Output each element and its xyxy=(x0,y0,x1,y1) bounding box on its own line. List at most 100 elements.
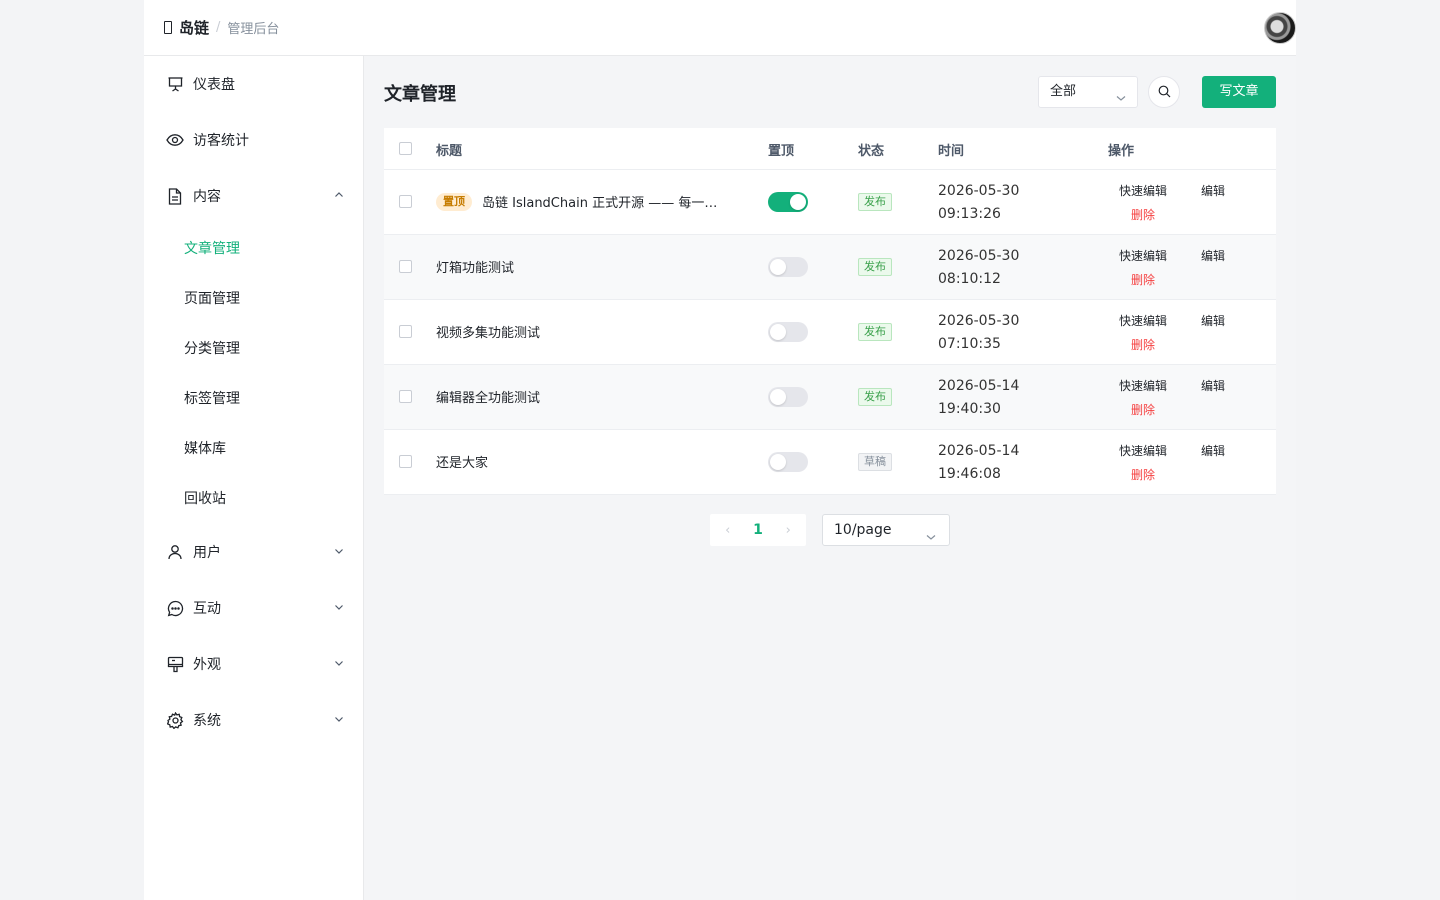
sidebar-item-interaction[interactable]: 互动 xyxy=(166,597,346,619)
quick-edit-link[interactable]: 快速编辑 xyxy=(1119,247,1167,264)
page-number-current[interactable]: 1 xyxy=(753,522,763,538)
sidebar-item-content[interactable]: 内容 xyxy=(166,185,346,207)
edit-link[interactable]: 编辑 xyxy=(1201,377,1225,394)
table-row: 编辑器全功能测试 发布 2026-05-14 19:40:30 快速编辑 编辑 … xyxy=(384,365,1276,430)
quick-edit-link[interactable]: 快速编辑 xyxy=(1119,377,1167,394)
row-checkbox[interactable] xyxy=(399,260,412,273)
sidebar-item-label: 互动 xyxy=(193,601,221,617)
column-header-title: 标题 xyxy=(436,144,463,159)
brand-name: 岛链 xyxy=(179,19,210,37)
table-header: 标题 置顶 状态 时间 操作 xyxy=(384,128,1276,170)
chevron-up-icon xyxy=(332,188,346,202)
sidebar-item-visitor-stats[interactable]: 访客统计 xyxy=(166,129,346,151)
article-title[interactable]: 还是大家 xyxy=(436,452,488,471)
delete-link[interactable]: 删除 xyxy=(1131,206,1155,223)
article-time: 2026-05-14 19:40:30 xyxy=(938,375,1019,421)
article-time: 2026-05-30 08:10:12 xyxy=(938,245,1019,291)
sidebar-subitem-articles[interactable]: 文章管理 xyxy=(184,239,240,259)
chevron-down-icon xyxy=(332,656,346,670)
edit-link[interactable]: 编辑 xyxy=(1201,182,1225,199)
pin-toggle[interactable] xyxy=(768,322,808,342)
gear-icon xyxy=(166,711,184,729)
status-filter-select[interactable]: 全部 xyxy=(1038,76,1138,108)
page-title: 文章管理 xyxy=(384,84,456,105)
write-article-button[interactable]: 写文章 xyxy=(1202,76,1276,108)
article-date: 2026-05-14 xyxy=(938,378,1020,394)
eye-icon xyxy=(166,131,184,149)
user-icon xyxy=(166,543,184,561)
sidebar-item-dashboard[interactable]: 仪表盘 xyxy=(166,73,346,95)
edit-link[interactable]: 编辑 xyxy=(1201,312,1225,329)
delete-link[interactable]: 删除 xyxy=(1131,466,1155,483)
sidebar-item-label: 外观 xyxy=(193,657,221,673)
page-size-select[interactable]: 10/page xyxy=(822,514,950,546)
article-date: 2026-05-30 xyxy=(938,183,1020,199)
brand[interactable]: 岛链 / 管理后台 xyxy=(164,17,279,38)
status-badge: 发布 xyxy=(858,193,892,211)
pin-toggle[interactable] xyxy=(768,387,808,407)
delete-link[interactable]: 删除 xyxy=(1131,336,1155,353)
article-title-text: 还是大家 xyxy=(436,456,489,471)
article-title[interactable]: 置顶 岛链 IslandChain 正式开源 —— 每一… xyxy=(436,192,717,211)
article-title[interactable]: 视频多集功能测试 xyxy=(436,322,540,341)
article-time: 2026-05-30 07:10:35 xyxy=(938,310,1019,356)
sidebar-item-label: 内容 xyxy=(193,189,221,205)
select-all-checkbox[interactable] xyxy=(399,142,412,155)
article-title[interactable]: 编辑器全功能测试 xyxy=(436,387,540,406)
article-title[interactable]: 灯箱功能测试 xyxy=(436,257,514,276)
sidebar-subitem-trash[interactable]: 回收站 xyxy=(184,489,226,509)
delete-link[interactable]: 删除 xyxy=(1131,401,1155,418)
quick-edit-link[interactable]: 快速编辑 xyxy=(1119,442,1167,459)
chevron-down-icon xyxy=(332,712,346,726)
brand-subtitle: 管理后台 xyxy=(227,22,280,37)
article-date: 2026-05-14 xyxy=(938,443,1020,459)
prev-page-button[interactable]: ‹ xyxy=(718,523,738,538)
article-clock: 09:13:26 xyxy=(938,206,1001,222)
avatar[interactable] xyxy=(1264,12,1296,44)
pin-toggle[interactable] xyxy=(768,257,808,277)
status-filter-value: 全部 xyxy=(1050,84,1077,99)
quick-edit-link[interactable]: 快速编辑 xyxy=(1119,182,1167,199)
pagination: ‹ 1 › 10/page xyxy=(710,514,950,546)
sidebar: 仪表盘 访客统计 内容 文章管理 页面管理 分类管理 标签管理 媒体库 回收站 xyxy=(144,56,364,900)
article-title-text: 视频多集功能测试 xyxy=(436,326,541,341)
column-header-pinned: 置顶 xyxy=(768,144,795,159)
table-row: 置顶 岛链 IslandChain 正式开源 —— 每一… 发布 2026-05… xyxy=(384,170,1276,235)
sidebar-item-appearance[interactable]: 外观 xyxy=(166,653,346,675)
chevron-down-icon xyxy=(332,544,346,558)
pin-toggle[interactable] xyxy=(768,452,808,472)
paint-brush-icon xyxy=(166,655,184,673)
row-checkbox[interactable] xyxy=(399,195,412,208)
main-content: 文章管理 全部 写文章 标题 置顶 状态 时间 操作 置顶 岛链 IslandC… xyxy=(364,56,1296,900)
delete-link[interactable]: 删除 xyxy=(1131,271,1155,288)
column-header-actions: 操作 xyxy=(1108,144,1135,159)
sidebar-item-label: 用户 xyxy=(193,545,221,561)
edit-link[interactable]: 编辑 xyxy=(1201,442,1225,459)
sidebar-subitem-media[interactable]: 媒体库 xyxy=(184,439,226,459)
article-clock: 07:10:35 xyxy=(938,336,1001,352)
search-button[interactable] xyxy=(1148,76,1180,108)
article-title-text: 灯箱功能测试 xyxy=(436,261,515,276)
status-badge: 发布 xyxy=(858,388,892,406)
table-row: 灯箱功能测试 发布 2026-05-30 08:10:12 快速编辑 编辑 删除 xyxy=(384,235,1276,300)
sidebar-item-system[interactable]: 系统 xyxy=(166,709,346,731)
sidebar-item-label: 访客统计 xyxy=(193,133,249,149)
document-icon xyxy=(166,187,184,205)
column-header-time: 时间 xyxy=(938,144,965,159)
next-page-button[interactable]: › xyxy=(778,523,798,538)
chevron-down-icon xyxy=(925,524,937,554)
sidebar-subitem-pages[interactable]: 页面管理 xyxy=(184,289,240,309)
chevron-down-icon xyxy=(1115,86,1127,116)
pin-toggle[interactable] xyxy=(768,192,808,212)
table-row: 还是大家 草稿 2026-05-14 19:46:08 快速编辑 编辑 删除 xyxy=(384,430,1276,495)
breadcrumb-separator: / xyxy=(216,20,221,35)
sidebar-subitem-tags[interactable]: 标签管理 xyxy=(184,389,240,409)
sidebar-subitem-categories[interactable]: 分类管理 xyxy=(184,339,240,359)
edit-link[interactable]: 编辑 xyxy=(1201,247,1225,264)
row-checkbox[interactable] xyxy=(399,455,412,468)
quick-edit-link[interactable]: 快速编辑 xyxy=(1119,312,1167,329)
sidebar-item-users[interactable]: 用户 xyxy=(166,541,346,563)
row-checkbox[interactable] xyxy=(399,390,412,403)
row-checkbox[interactable] xyxy=(399,325,412,338)
sidebar-item-label: 系统 xyxy=(193,713,221,729)
